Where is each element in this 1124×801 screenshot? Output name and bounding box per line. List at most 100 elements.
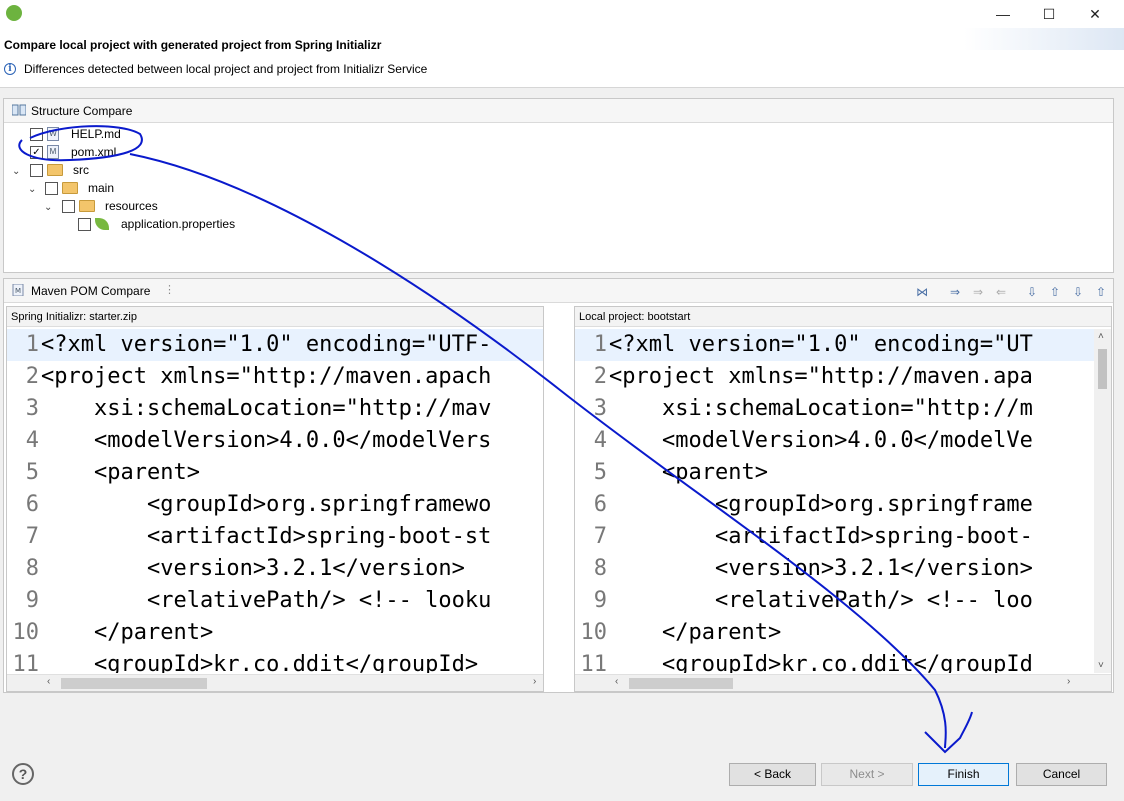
checkbox[interactable] [78,217,91,231]
cancel-button[interactable]: Cancel [1016,763,1107,786]
code-text: <?xml version="1.0" encoding="UTF- [41,332,492,357]
code-line: 11 <groupId>kr.co.ddit</groupId [575,649,1094,673]
finish-button[interactable]: Finish [918,763,1009,786]
line-number: 4 [25,428,39,453]
minimize-icon[interactable]: — [980,0,1026,28]
svg-text:M: M [15,287,21,295]
line-number: 5 [25,460,39,485]
folder-icon [62,182,78,194]
code-line: 11 <groupId>kr.co.ddit</groupId> [7,649,543,673]
code-line: 3 xsi:schemaLocation="http://mav [7,393,543,425]
line-number: 9 [593,588,607,613]
maximize-icon[interactable]: ☐ [1026,0,1072,28]
checkbox[interactable] [30,163,43,177]
code-text: <version>3.2.1</version> [609,556,1033,581]
checkbox[interactable] [62,199,75,213]
checkbox[interactable]: ✓ [30,145,43,159]
code-line: 10 </parent> [7,617,543,649]
close-icon[interactable]: ✕ [1072,0,1118,28]
tree-item-resources[interactable]: resources [62,197,158,215]
structure-compare-panel: Structure Compare W HELP.md ✓ M pom.xml … [3,98,1114,273]
line-number: 10 [580,620,608,645]
vertical-scrollbar[interactable]: ˄ ˅ [1094,329,1111,673]
code-text: <groupId>kr.co.ddit</groupId [609,652,1033,673]
switch-sides-icon[interactable]: ⋈ [914,284,930,300]
next-button[interactable]: Next > [821,763,913,786]
horizontal-scrollbar[interactable]: ‹ › [575,674,1111,691]
pom-compare-panel: M Maven POM Compare ⋮ ⋈ ⇒ ⇒ ⇐ ⇩ ⇧ ⇩ ⇧ Sp… [3,278,1114,693]
line-number: 10 [12,620,40,645]
code-text: <version>3.2.1</version> [41,556,465,581]
next-change-icon[interactable]: ⇩ [1070,284,1086,300]
line-number: 6 [25,492,39,517]
structure-compare-title: Structure Compare [31,104,133,118]
previous-change-icon[interactable]: ⇧ [1093,284,1109,300]
line-number: 11 [12,652,40,673]
code-text: <groupId>kr.co.ddit</groupId> [41,652,479,673]
scroll-up-icon[interactable]: ˄ [1098,331,1104,342]
next-difference-icon[interactable]: ⇩ [1024,284,1040,300]
spring-icon [6,5,22,21]
code-text: <project xmlns="http://maven.apach [41,364,492,389]
code-text: <groupId>org.springframewo [41,492,492,517]
tree-item-application-properties[interactable]: application.properties [78,215,235,233]
code-line: 5 <parent> [575,457,1094,489]
tree-item-label: application.properties [121,217,236,231]
previous-difference-icon[interactable]: ⇧ [1047,284,1063,300]
code-text: xsi:schemaLocation="http://m [609,396,1033,421]
tree-item-label: src [73,163,89,177]
file-icon: W [47,127,59,141]
scroll-thumb[interactable] [61,678,207,689]
code-line: 7 <artifactId>spring-boot- [575,521,1094,553]
pom-compare-header: M Maven POM Compare ⋮ ⋈ ⇒ ⇒ ⇐ ⇩ ⇧ ⇩ ⇧ [4,279,1113,303]
structure-compare-header: Structure Compare [4,99,1113,123]
right-editor[interactable]: Local project: bootstart 1<?xml version=… [574,306,1112,692]
chevron-down-icon[interactable]: ⌄ [12,167,22,177]
line-number: 8 [593,556,607,581]
line-number: 1 [593,332,607,357]
code-text: <?xml version="1.0" encoding="UT [609,332,1033,357]
left-code-area[interactable]: 1<?xml version="1.0" encoding="UTF- 2<pro… [7,329,543,673]
horizontal-scrollbar[interactable]: ‹ › [7,674,543,691]
code-text: <parent> [41,460,200,485]
code-line: 1<?xml version="1.0" encoding="UTF- [7,329,543,361]
code-line: 7 <artifactId>spring-boot-st [7,521,543,553]
scroll-left-icon[interactable]: ‹ [47,676,50,687]
scroll-thumb[interactable] [629,678,733,689]
right-editor-label: Local project: bootstart [575,307,1111,327]
line-number: 5 [593,460,607,485]
checkbox[interactable] [45,181,58,195]
code-text: xsi:schemaLocation="http://mav [41,396,492,421]
scroll-down-icon[interactable]: ˅ [1098,660,1104,671]
code-line: 4 <modelVersion>4.0.0</modelVers [7,425,543,457]
chevron-down-icon[interactable]: ⌄ [28,185,38,195]
scroll-left-icon[interactable]: ‹ [615,676,618,687]
code-text: </parent> [609,620,782,645]
drag-handle-icon[interactable]: ⋮ [164,283,175,296]
code-line: 8 <version>3.2.1</version> [575,553,1094,585]
code-line: 10 </parent> [575,617,1094,649]
code-text: </parent> [41,620,214,645]
code-text: <artifactId>spring-boot-st [41,524,492,549]
checkbox[interactable] [30,127,43,141]
back-button[interactable]: < Back [729,763,816,786]
copy-right-icon[interactable]: ⇒ [970,284,986,300]
header-banner [964,28,1124,50]
copy-left-icon[interactable]: ⇐ [993,284,1009,300]
line-number: 11 [580,652,608,673]
tree-item-src[interactable]: src [30,161,89,179]
tree-item-pom[interactable]: ✓ M pom.xml [30,143,116,161]
scroll-thumb[interactable] [1098,349,1107,389]
scroll-right-icon[interactable]: › [533,676,536,687]
right-code-area[interactable]: 1<?xml version="1.0" encoding="UT 2<proje… [575,329,1094,673]
help-icon[interactable]: ? [12,763,34,785]
copy-all-left-icon[interactable]: ⇒ [947,284,963,300]
chevron-down-icon[interactable]: ⌄ [44,203,54,213]
left-editor[interactable]: Spring Initializr: starter.zip 1<?xml ve… [6,306,544,692]
scroll-right-icon[interactable]: › [1067,676,1070,687]
tree-item-main[interactable]: main [45,179,114,197]
code-text: <modelVersion>4.0.0</modelVers [41,428,492,453]
tree-item-help[interactable]: W HELP.md [30,125,121,143]
code-text: <relativePath/> <!-- looku [41,588,492,613]
left-editor-label: Spring Initializr: starter.zip [7,307,543,327]
